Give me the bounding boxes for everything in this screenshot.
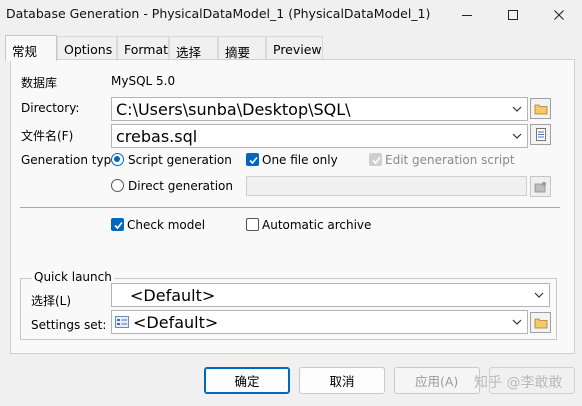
chevron-down-icon[interactable]	[533, 288, 545, 302]
chevron-down-icon[interactable]	[511, 129, 523, 143]
tab-general[interactable]: 常规	[5, 35, 57, 61]
data-source-button[interactable]	[530, 176, 551, 197]
maximize-button[interactable]	[490, 0, 536, 29]
direct-generation-radio[interactable]	[111, 179, 124, 192]
maximize-icon	[508, 9, 518, 20]
watermark: 知乎 @李敢敢	[474, 375, 563, 391]
directory-value: C:\Users\sunba\Desktop\SQL\	[116, 100, 351, 119]
close-icon	[554, 9, 564, 20]
script-generation-radio[interactable]	[111, 153, 124, 166]
tab-summary[interactable]: 摘要	[218, 36, 266, 60]
cancel-button[interactable]: 取消	[299, 367, 385, 394]
generation-type-label: Generation type:	[21, 153, 123, 167]
separator	[20, 207, 560, 208]
apply-button[interactable]: 应用(A)	[394, 367, 480, 394]
settings-set-combo[interactable]: <Default>	[111, 310, 528, 334]
ok-button[interactable]: 确定	[204, 367, 290, 394]
edit-generation-script-label[interactable]: Edit generation script	[385, 153, 515, 167]
document-icon	[535, 128, 546, 141]
checkmark-icon	[372, 156, 381, 165]
checkmark-icon	[114, 221, 123, 230]
tab-selection[interactable]: 选择	[169, 36, 218, 60]
minimize-icon	[462, 14, 472, 16]
automatic-archive-checkbox[interactable]	[246, 218, 259, 231]
browse-settings-button[interactable]	[530, 312, 551, 333]
chevron-down-icon[interactable]	[511, 315, 523, 329]
window-title: Database Generation - PhysicalDataModel_…	[6, 6, 431, 21]
settings-set-label: Settings set:	[31, 318, 107, 332]
database-connect-icon	[534, 181, 547, 192]
edit-generation-script-checkbox[interactable]	[369, 153, 382, 166]
close-button[interactable]	[536, 0, 582, 29]
title-bar: Database Generation - PhysicalDataModel_…	[0, 0, 582, 29]
script-generation-label[interactable]: Script generation	[128, 153, 232, 167]
chevron-down-icon[interactable]	[511, 102, 523, 116]
filename-combo[interactable]: crebas.sql	[111, 124, 528, 148]
selection-value: <Default>	[130, 286, 216, 305]
tab-options[interactable]: Options	[57, 36, 117, 60]
quick-launch-legend: Quick launch	[32, 270, 114, 284]
directory-combo[interactable]: C:\Users\sunba\Desktop\SQL\	[111, 97, 528, 121]
tab-preview[interactable]: Preview	[266, 36, 323, 60]
filename-label: 文件名(F)	[21, 129, 74, 143]
checkmark-icon	[249, 156, 258, 165]
settings-list-icon	[115, 316, 129, 328]
folder-icon	[534, 318, 547, 328]
dbms-label: 数据库	[21, 76, 58, 90]
minimize-button[interactable]	[444, 0, 490, 29]
edit-file-button[interactable]	[530, 124, 551, 145]
data-source-field	[246, 176, 527, 196]
direct-generation-label[interactable]: Direct generation	[128, 179, 233, 193]
tab-format[interactable]: Format	[117, 36, 169, 60]
settings-set-value: <Default>	[133, 313, 219, 332]
directory-label: Directory:	[21, 101, 80, 115]
selection-label: 选择(L)	[31, 294, 72, 308]
dbms-value: MySQL 5.0	[111, 74, 176, 88]
selection-combo[interactable]: <Default>	[111, 283, 550, 307]
one-file-only-checkbox[interactable]	[246, 153, 259, 166]
check-model-label[interactable]: Check model	[127, 218, 205, 232]
check-model-checkbox[interactable]	[111, 218, 124, 231]
browse-directory-button[interactable]	[530, 98, 551, 119]
automatic-archive-label[interactable]: Automatic archive	[262, 218, 371, 232]
folder-icon	[534, 104, 547, 114]
filename-value: crebas.sql	[116, 127, 198, 146]
one-file-only-label[interactable]: One file only	[262, 153, 338, 167]
